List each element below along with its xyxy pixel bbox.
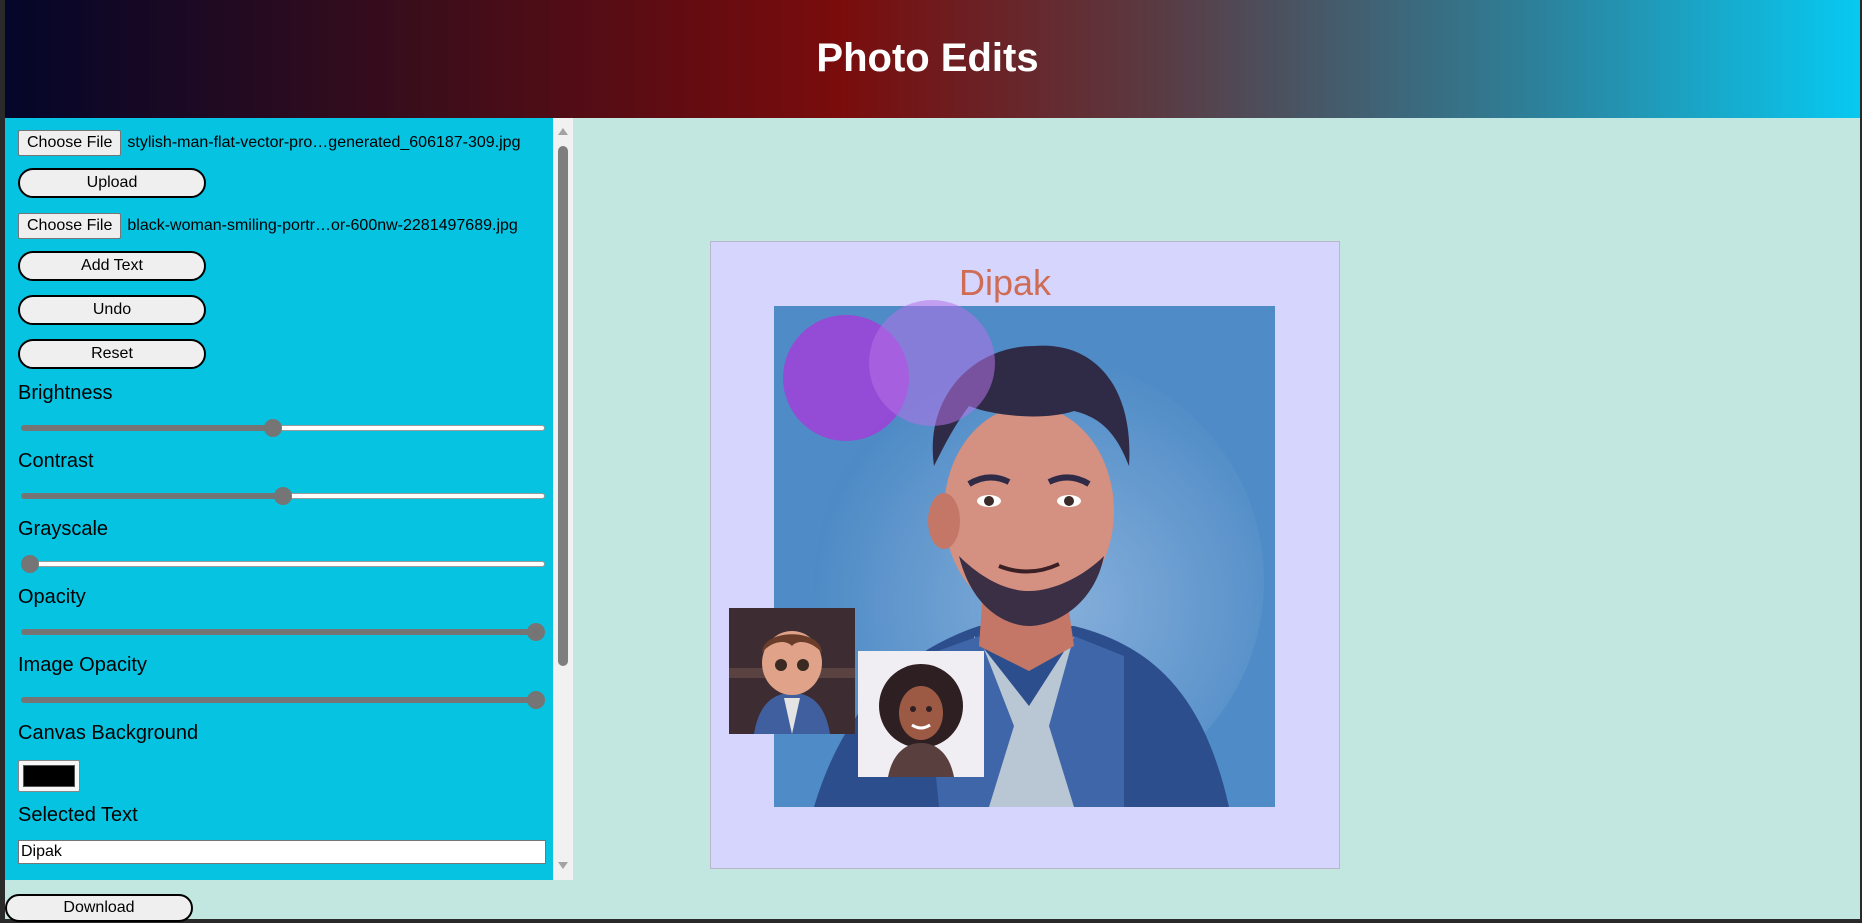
purple-circle-shape[interactable]	[869, 300, 995, 426]
reset-button[interactable]: Reset	[18, 339, 206, 369]
selected-text-input[interactable]	[18, 840, 546, 864]
canvas-text-layer[interactable]: Dipak	[959, 262, 1051, 304]
canvas-background-label: Canvas Background	[18, 722, 199, 744]
file-input-main[interactable]: Choose File stylish-man-flat-vector-pro……	[18, 130, 520, 156]
selected-text-label: Selected Text	[18, 804, 138, 826]
sidebar-scrollbar[interactable]	[553, 118, 573, 880]
upload-button[interactable]: Upload	[18, 168, 206, 198]
file-name-overlay: black-woman-smiling-portr…or-600nw-22814…	[127, 217, 518, 234]
slider-thumb[interactable]	[274, 487, 292, 505]
file-name-main: stylish-man-flat-vector-pro…generated_60…	[127, 134, 521, 151]
scrollbar-thumb[interactable]	[558, 146, 568, 666]
page-title: Photo Edits	[816, 35, 1039, 80]
color-swatch-fill	[23, 765, 75, 787]
undo-button[interactable]: Undo	[18, 295, 206, 325]
woman-photo-image[interactable]	[858, 651, 984, 777]
choose-file-button-2[interactable]: Choose File	[18, 213, 122, 239]
slider-thumb[interactable]	[527, 623, 545, 641]
controls-panel: Choose File stylish-man-flat-vector-pro……	[5, 118, 553, 880]
scroll-down-arrow-icon[interactable]	[558, 862, 568, 869]
scroll-up-arrow-icon[interactable]	[558, 128, 568, 135]
grayscale-slider[interactable]	[21, 555, 545, 573]
child-photo-image[interactable]	[729, 608, 855, 734]
contrast-slider[interactable]	[21, 487, 545, 505]
image-opacity-slider[interactable]	[21, 691, 545, 709]
download-button[interactable]: Download	[5, 894, 193, 922]
slider-thumb[interactable]	[527, 691, 545, 709]
slider-thumb[interactable]	[21, 555, 39, 573]
contrast-label: Contrast	[18, 450, 94, 472]
canvas-background-color-picker[interactable]	[18, 760, 80, 792]
editor-canvas[interactable]: Dipak	[710, 241, 1340, 869]
brightness-slider[interactable]	[21, 419, 545, 437]
grayscale-label: Grayscale	[18, 518, 109, 540]
brightness-label: Brightness	[18, 382, 113, 404]
opacity-slider[interactable]	[21, 623, 545, 641]
image-opacity-label: Image Opacity	[18, 654, 147, 676]
opacity-label: Opacity	[18, 586, 86, 608]
choose-file-button[interactable]: Choose File	[18, 130, 122, 156]
slider-thumb[interactable]	[263, 419, 282, 437]
file-input-overlay[interactable]: Choose File black-woman-smiling-portr…or…	[18, 213, 518, 239]
add-text-button[interactable]: Add Text	[18, 251, 206, 281]
app-header: Photo Edits	[5, 0, 1860, 118]
